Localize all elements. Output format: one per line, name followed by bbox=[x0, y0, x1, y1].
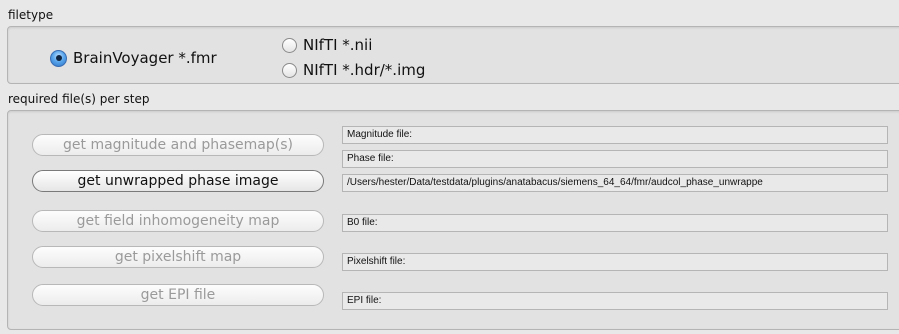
radio-label: NIfTI *.nii bbox=[303, 36, 373, 54]
phase-file-field[interactable]: Phase file: bbox=[342, 150, 888, 168]
radio-label: BrainVoyager *.fmr bbox=[73, 49, 217, 67]
b0-file-field[interactable]: B0 file: bbox=[342, 214, 888, 232]
get-unwrapped-phase-image-button[interactable]: get unwrapped phase image bbox=[32, 170, 324, 192]
pixelshift-file-field[interactable]: Pixelshift file: bbox=[342, 253, 888, 271]
radio-nifti-nii[interactable]: NIfTI *.nii bbox=[282, 36, 372, 54]
epi-file-field[interactable]: EPI file: bbox=[342, 292, 888, 310]
radio-brainvoyager-fmr[interactable]: BrainVoyager *.fmr bbox=[50, 49, 217, 67]
get-field-inhomogeneity-map-button[interactable]: get field inhomogeneity map bbox=[32, 210, 324, 232]
unwrapped-phase-file-field[interactable]: /Users/hester/Data/testdata/plugins/anat… bbox=[342, 174, 888, 192]
radio-nifti-hdr-img[interactable]: NIfTI *.hdr/*.img bbox=[282, 61, 425, 79]
get-magnitude-phasemap-button[interactable]: get magnitude and phasemap(s) bbox=[32, 134, 324, 156]
magnitude-file-field[interactable]: Magnitude file: bbox=[342, 126, 888, 144]
radio-unselected-icon bbox=[282, 37, 297, 53]
radio-selected-icon bbox=[50, 49, 67, 67]
filetype-label: filetype bbox=[8, 8, 54, 22]
get-pixelshift-map-button[interactable]: get pixelshift map bbox=[32, 246, 324, 268]
radio-label: NIfTI *.hdr/*.img bbox=[303, 61, 426, 79]
get-epi-file-button[interactable]: get EPI file bbox=[32, 284, 324, 306]
radio-unselected-icon bbox=[282, 62, 297, 78]
required-files-label: required file(s) per step bbox=[8, 92, 150, 106]
